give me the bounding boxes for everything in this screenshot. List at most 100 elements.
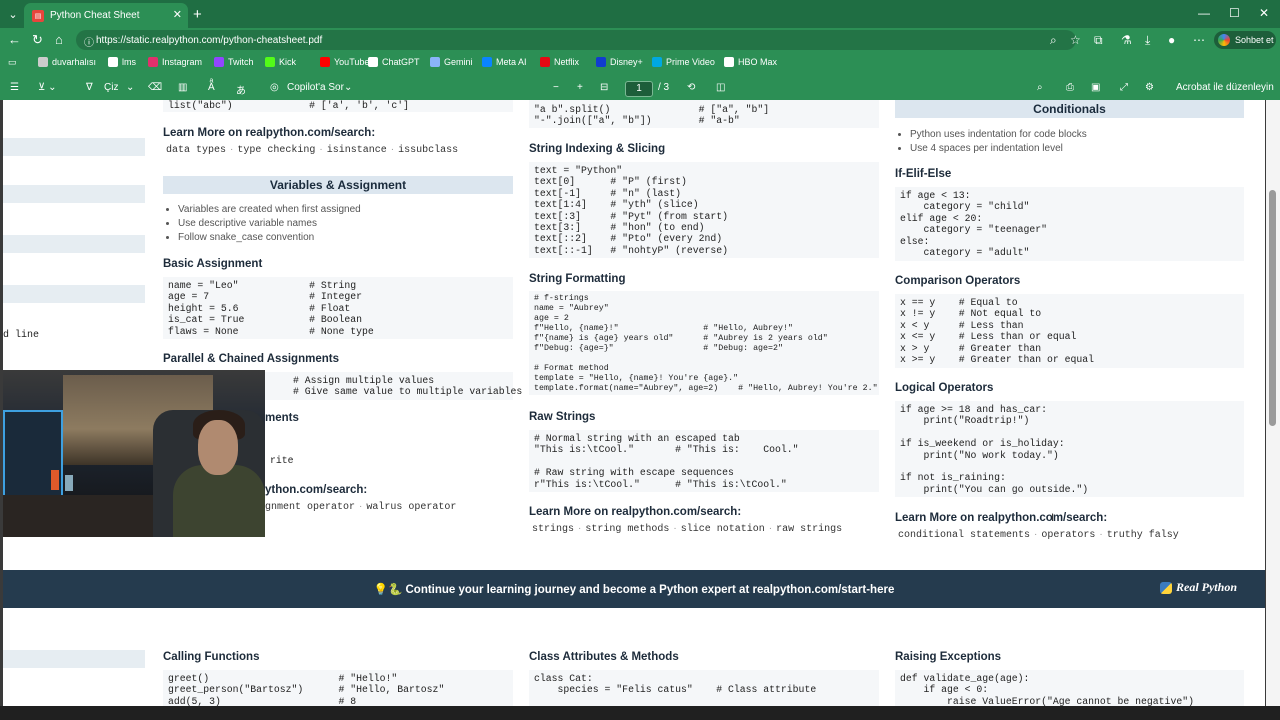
scrollbar[interactable]	[1266, 100, 1280, 706]
zoom-in-icon[interactable]: +	[577, 82, 583, 93]
learn-more-fragment: ython.com/search:	[265, 484, 368, 496]
copilot-ask-label[interactable]: Copilot'a Sor	[287, 82, 344, 93]
save-icon[interactable]: ▣	[1091, 82, 1100, 93]
url-text: https://static.realpython.com/python-che…	[96, 34, 323, 46]
subheading: Comparison Operators	[895, 275, 1021, 287]
new-tab-button[interactable]: +	[193, 6, 202, 23]
tab-title: Python Cheat Sheet	[50, 10, 140, 21]
eraser-icon[interactable]: ⌫	[148, 82, 162, 93]
translate-icon[interactable]: あ	[236, 82, 246, 97]
banner-text: 💡🐍 Continue your learning journey and be…	[373, 584, 895, 596]
bookmarks-menu-icon[interactable]: ▭	[8, 57, 17, 68]
avatar[interactable]: ●	[1168, 33, 1175, 47]
promo-banner[interactable]: 💡🐍 Continue your learning journey and be…	[3, 570, 1265, 608]
zoom-icon[interactable]: ⌕	[1050, 33, 1057, 48]
code-block: x == y # Equal to x != y # Not equal to …	[895, 294, 1244, 368]
scrollbar-thumb[interactable]	[1269, 190, 1276, 426]
bookmark-duvarhal-s-[interactable]: duvarhalısı	[38, 57, 96, 67]
logo-text: Real Python	[1175, 580, 1237, 594]
pdf-page: d line list("abc") # ['a', 'b', 'c'] Lea…	[3, 100, 1265, 706]
bookmark-gemini[interactable]: Gemini	[430, 57, 473, 67]
maximize-icon[interactable]: ☐	[1229, 6, 1240, 20]
python-logo-icon	[1159, 581, 1172, 594]
bullet-item: Use 4 spaces per indentation level	[910, 142, 1087, 156]
close-window-icon[interactable]: ✕	[1259, 6, 1269, 20]
bookmark-disney-[interactable]: Disney+	[596, 57, 643, 67]
favorite-icon[interactable]: ☆	[1070, 33, 1081, 47]
tab-menu-icon[interactable]: ⌄	[0, 0, 26, 28]
fullscreen-icon[interactable]: ⤢	[1120, 82, 1128, 93]
acrobat-edit-button[interactable]: Acrobat ile düzenleyin	[1176, 82, 1274, 93]
webcam-overlay	[3, 370, 265, 537]
print-icon[interactable]: ⎙	[1066, 82, 1074, 93]
contents-icon[interactable]: ☰	[10, 82, 19, 93]
draw-icon[interactable]: ∇	[86, 82, 93, 93]
bookmark-chatgpt[interactable]: ChatGPT	[368, 57, 420, 67]
code-block: # f-strings name = "Aubrey" age = 2 f"He…	[529, 291, 879, 395]
page-number-input[interactable]: 1	[625, 81, 653, 97]
section-heading: Conditionals	[895, 100, 1244, 118]
home-icon[interactable]: ⌂	[55, 32, 63, 47]
bookmark-label: Meta AI	[496, 57, 527, 67]
back-icon[interactable]: ←	[8, 32, 21, 47]
bookmark-netflix[interactable]: Netflix	[540, 57, 579, 67]
highlight-icon[interactable]: ⊻ ⌄	[38, 82, 56, 93]
search-icon[interactable]: ⌕	[1037, 82, 1043, 93]
text-cursor-icon: I	[1051, 512, 1055, 524]
code-list-abc: list("abc") # ['a', 'b', 'c']	[163, 100, 513, 112]
extensions-icon[interactable]: ⧉	[1094, 33, 1103, 48]
minimize-icon[interactable]: —	[1198, 6, 1210, 20]
site-info-icon[interactable]: ⓘ	[84, 34, 94, 49]
bookmark-icon	[148, 57, 158, 67]
bookmark-label: Disney+	[610, 57, 643, 67]
bookmark-instagram[interactable]: Instagram	[148, 57, 202, 67]
copilot-chat-button[interactable]: Sohbet et	[1214, 31, 1276, 49]
bookmark-twitch[interactable]: Twitch	[214, 57, 254, 67]
subheading: String Formatting	[529, 273, 626, 285]
draw-dropdown-icon[interactable]: ⌄	[126, 82, 134, 93]
close-tab-icon[interactable]: ✕	[173, 8, 182, 21]
tag-list-fragment: gnment operator · walrus operator	[265, 501, 457, 513]
rotate-icon[interactable]: ⟲	[687, 82, 695, 93]
code-block: greet() # "Hello!" greet_person("Bartosz…	[163, 670, 513, 706]
settings-icon[interactable]: ⚙	[1145, 82, 1154, 93]
bookmark-icon	[482, 57, 492, 67]
subheading: Basic Assignment	[163, 258, 263, 270]
draw-label[interactable]: Çiz	[104, 82, 118, 93]
page-total: / 3	[658, 82, 670, 93]
tag: walrus operator	[366, 502, 457, 513]
browser-tab[interactable]: ▤ Python Cheat Sheet ✕	[24, 3, 188, 28]
bookmark-icon	[652, 57, 662, 67]
subheading: Calling Functions	[163, 651, 260, 663]
bookmark-kick[interactable]: Kick	[265, 57, 296, 67]
bookmark-icon	[265, 57, 275, 67]
collections-icon[interactable]: ⚗	[1121, 33, 1132, 47]
bookmark-youtube[interactable]: YouTube	[320, 57, 369, 67]
url-field[interactable]: ⓘ https://static.realpython.com/python-c…	[76, 30, 1076, 50]
read-aloud-icon[interactable]: ▥	[178, 82, 187, 93]
bookmarks-bar: ▭ duvarhalısı lms Instagram Twitch Kick YouTu…	[0, 52, 1280, 74]
menu-icon[interactable]: ⋯	[1193, 33, 1205, 47]
copilot-dropdown-icon[interactable]: ⌄	[344, 82, 352, 93]
bookmark-label: lms	[122, 57, 136, 67]
zoom-out-icon[interactable]: −	[553, 82, 559, 93]
bookmark-icon	[38, 57, 48, 67]
text-icon[interactable]: Aͣ	[208, 82, 215, 93]
reload-icon[interactable]: ↻	[32, 32, 43, 48]
download-icon[interactable]: ⤓	[1145, 33, 1150, 48]
bookmark-prime-video[interactable]: Prime Video	[652, 57, 715, 67]
bullet-list: Variables are created when first assigne…	[166, 203, 361, 245]
bookmark-lms[interactable]: lms	[108, 57, 136, 67]
search-tag: operators	[1041, 530, 1096, 541]
bookmark-label: duvarhalısı	[52, 57, 97, 67]
search-tag: type checking	[237, 145, 316, 156]
search-tag: raw strings	[776, 524, 843, 535]
bookmark-hbo-max[interactable]: HBO Max	[724, 57, 777, 67]
bullet-item: Python uses indentation for code blocks	[910, 128, 1087, 142]
fit-page-icon[interactable]: ⊟	[600, 82, 608, 93]
search-tag: isinstance	[326, 145, 387, 156]
page-view-icon[interactable]: ◫	[716, 82, 725, 93]
copilot-icon[interactable]: ◎	[270, 82, 279, 93]
bookmark-meta-ai[interactable]: Meta AI	[482, 57, 527, 67]
code-block: # Normal string with an escaped tab "Thi…	[529, 430, 879, 492]
